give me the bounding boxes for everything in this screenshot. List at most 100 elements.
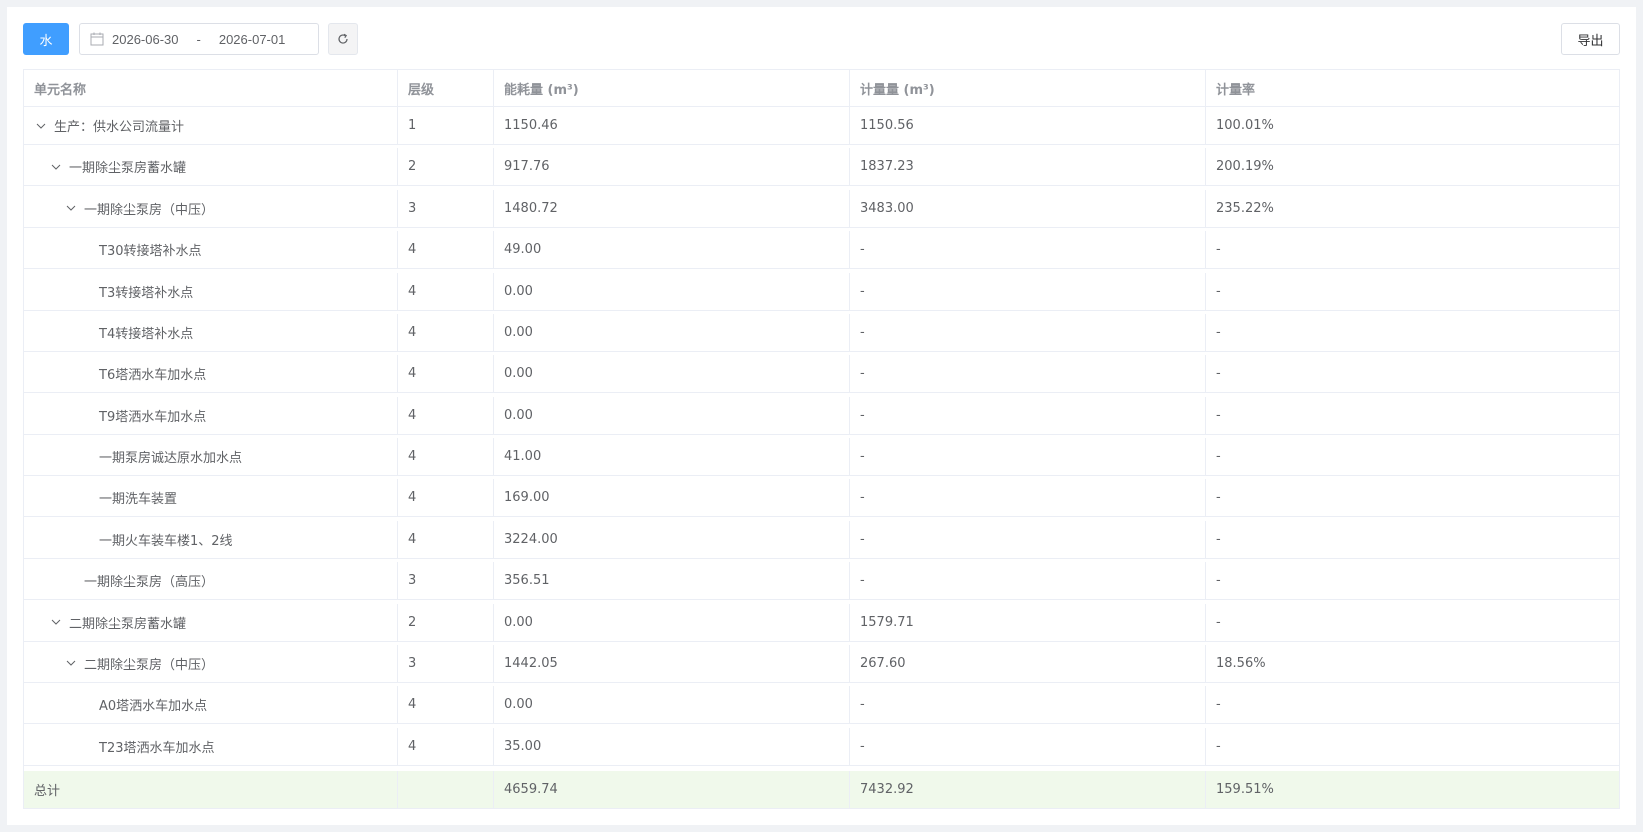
unit-name-text: T6塔洒水车加水点 <box>99 368 207 384</box>
row-rate: - <box>1206 728 1619 766</box>
row-rate: - <box>1206 273 1619 311</box>
row-level: 4 <box>398 686 494 725</box>
unit-name-text: T4转接塔补水点 <box>99 326 194 342</box>
unit-name-text: T23塔洒水车加水点 <box>99 740 215 756</box>
unit-name-text: T9塔洒水车加水点 <box>99 409 207 425</box>
row-metered: - <box>850 686 1206 725</box>
row-level: 4 <box>398 479 494 518</box>
row-unit-name: 一期洗车装置 <box>24 479 398 518</box>
row-level: 4 <box>398 438 494 476</box>
row-rate: - <box>1206 355 1619 394</box>
row-unit-name: A0塔洒水车加水点 <box>24 686 398 725</box>
row-energy: 0.00 <box>494 686 850 725</box>
column-header-energy[interactable]: 能耗量 (m³) <box>494 70 850 107</box>
total-label: 总计 <box>24 771 398 808</box>
row-unit-name: 生产：供水公司流量计 <box>24 107 398 145</box>
row-level: 2 <box>398 148 494 187</box>
row-rate: - <box>1206 438 1619 476</box>
row-unit-name: T9塔洒水车加水点 <box>24 396 398 435</box>
unit-name-text: 二期除尘泵房（中压） <box>84 657 215 673</box>
row-level: 3 <box>398 189 494 228</box>
date-separator: - <box>196 31 201 47</box>
row-metered: - <box>850 727 1206 766</box>
unit-name-text: A0塔洒水车加水点 <box>99 699 208 715</box>
row-metered: - <box>850 355 1206 394</box>
row-metered: - <box>850 396 1206 435</box>
row-rate: - <box>1206 397 1619 435</box>
row-unit-name: T4转接塔补水点 <box>24 313 398 352</box>
total-level <box>398 771 494 808</box>
unit-name-text: 一期除尘泵房（中压） <box>84 202 215 218</box>
row-metered: - <box>850 562 1206 601</box>
row-metered: 1579.71 <box>850 603 1206 642</box>
row-unit-name: T3转接塔补水点 <box>24 272 398 311</box>
row-level: 4 <box>398 396 494 435</box>
row-level: 1 <box>398 107 494 145</box>
row-metered: 1837.23 <box>850 148 1206 187</box>
column-header-rate[interactable]: 计量率 <box>1206 70 1619 107</box>
column-header-metered[interactable]: 计量量 (m³) <box>850 70 1206 107</box>
row-energy: 41.00 <box>494 438 850 476</box>
row-unit-name: 二期除尘泵房（中压） <box>24 644 398 683</box>
chevron-down-icon[interactable] <box>64 201 78 215</box>
row-unit-name: 一期除尘泵房（高压） <box>24 562 398 601</box>
row-unit-name: 一期除尘泵房蓄水罐 <box>24 148 398 187</box>
row-rate: - <box>1206 686 1619 725</box>
total-rate: 159.51% <box>1206 771 1619 808</box>
row-metered: 267.60 <box>850 644 1206 683</box>
water-type-button[interactable]: 水 <box>23 23 69 55</box>
row-level: 3 <box>398 644 494 683</box>
row-energy: 1480.72 <box>494 189 850 228</box>
row-rate: 235.22% <box>1206 190 1619 228</box>
row-unit-name: T30转接塔补水点 <box>24 231 398 270</box>
row-energy: 0.00 <box>494 313 850 352</box>
row-rate: 200.19% <box>1206 148 1619 187</box>
row-level: 2 <box>398 603 494 642</box>
unit-name-text: T3转接塔补水点 <box>99 285 194 301</box>
row-energy: 0.00 <box>494 396 850 435</box>
unit-name-text: 一期除尘泵房蓄水罐 <box>69 161 187 177</box>
table-header: 单元名称 层级 能耗量 (m³) 计量量 (m³) 计量率 <box>24 70 1619 107</box>
table-body[interactable]: 生产：供水公司流量计 1 1150.46 1150.56 100.01% 一期除尘泵房蓄水… <box>24 107 1619 769</box>
row-unit-name: T23塔洒水车加水点 <box>24 727 398 766</box>
row-unit-name: 一期泵房诚达原水加水点 <box>24 438 398 476</box>
date-range-picker[interactable]: 2026-06-30 - 2026-07-01 <box>79 23 319 55</box>
row-level: 4 <box>398 727 494 766</box>
row-rate: - <box>1206 314 1619 352</box>
row-energy: 1150.46 <box>494 107 850 145</box>
row-level: 4 <box>398 231 494 270</box>
chevron-down-icon[interactable] <box>49 615 63 629</box>
refresh-button[interactable] <box>328 23 358 55</box>
row-metered: - <box>850 438 1206 476</box>
row-rate: - <box>1206 562 1619 601</box>
row-rate: - <box>1206 479 1619 518</box>
row-unit-name: 二期除尘泵房蓄水罐 <box>24 603 398 642</box>
chevron-down-icon[interactable] <box>64 656 78 670</box>
unit-name-text: T30转接塔补水点 <box>99 244 202 260</box>
row-metered: - <box>850 479 1206 518</box>
calendar-icon <box>90 32 104 46</box>
table-footer-total: 总计 4659.74 7432.92 159.51% <box>24 771 1619 808</box>
row-metered: - <box>850 520 1206 559</box>
row-level: 4 <box>398 520 494 559</box>
export-button[interactable]: 导出 <box>1561 23 1620 55</box>
refresh-icon <box>338 33 348 44</box>
row-metered: - <box>850 231 1206 270</box>
row-energy: 3224.00 <box>494 520 850 559</box>
row-energy: 917.76 <box>494 148 850 187</box>
date-end-input[interactable]: 2026-07-01 <box>219 32 286 47</box>
chevron-down-icon[interactable] <box>49 160 63 174</box>
column-header-unit-name[interactable]: 单元名称 <box>24 70 398 107</box>
row-energy: 49.00 <box>494 231 850 270</box>
total-energy: 4659.74 <box>494 771 850 808</box>
unit-name-text: 一期泵房诚达原水加水点 <box>99 451 243 466</box>
row-energy: 0.00 <box>494 272 850 311</box>
unit-name-text: 生产：供水公司流量计 <box>54 120 185 135</box>
date-start-input[interactable]: 2026-06-30 <box>112 32 179 47</box>
column-header-level[interactable]: 层级 <box>398 70 494 107</box>
row-rate: - <box>1206 231 1619 270</box>
row-level: 4 <box>398 355 494 394</box>
chevron-down-icon[interactable] <box>34 119 48 133</box>
row-unit-name: 一期火车装车楼1、2线 <box>24 520 398 559</box>
row-level: 4 <box>398 272 494 311</box>
